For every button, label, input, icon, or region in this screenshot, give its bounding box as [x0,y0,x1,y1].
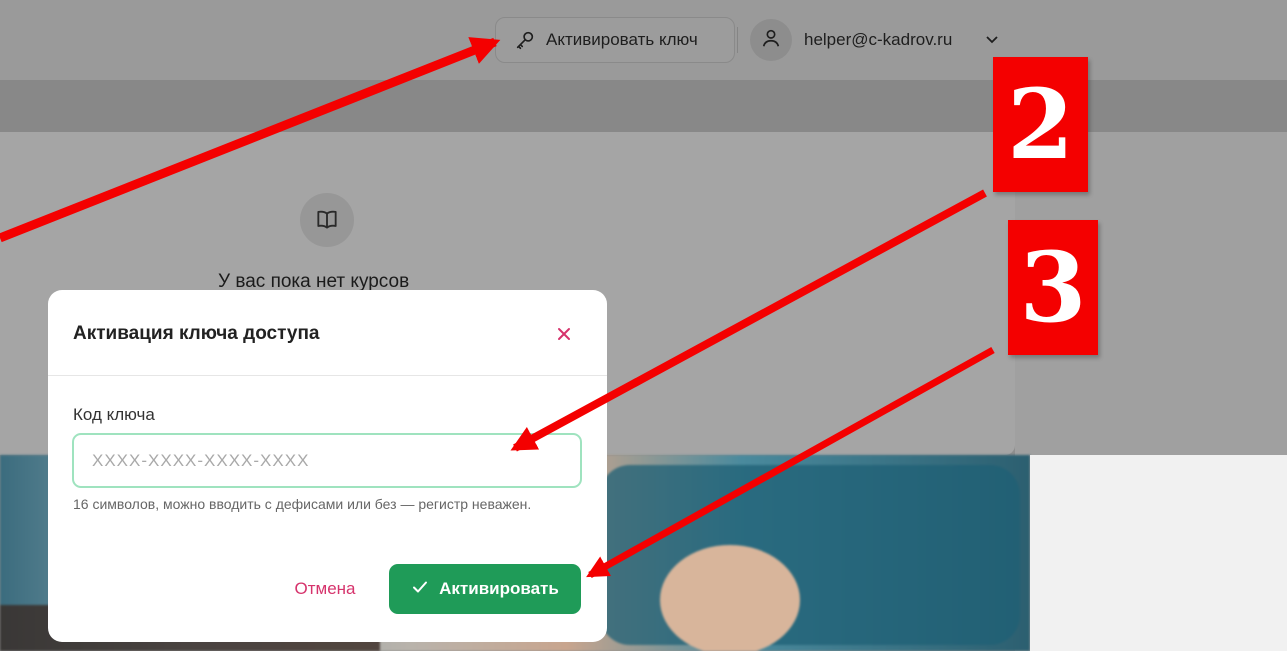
user-email[interactable]: helper@c-kadrov.ru [804,30,952,50]
key-icon [514,29,536,51]
user-icon [760,27,782,54]
activation-modal: Активация ключа доступа Код ключа 16 сим… [48,290,607,642]
sub-navigation-bar [0,80,1287,132]
modal-title: Активация ключа доступа [73,323,320,344]
activate-button[interactable]: Активировать [389,564,581,614]
activate-key-button[interactable]: Активировать ключ [495,17,735,63]
step-badge-3: 3 [1008,220,1098,355]
header-divider [737,27,738,53]
check-icon [411,578,429,601]
cancel-button[interactable]: Отмена [280,565,370,613]
key-code-input[interactable] [72,433,582,488]
close-icon[interactable] [553,323,575,345]
key-code-label: Код ключа [73,405,155,424]
book-icon [300,193,354,247]
step-badge-2: 2 [993,57,1088,192]
background-blank-area [1030,455,1287,651]
activate-button-label: Активировать [439,579,559,598]
key-code-hint: 16 символов, можно вводить с дефисами ил… [73,496,532,512]
avatar[interactable] [750,19,792,61]
chevron-down-icon[interactable] [984,31,1000,52]
modal-divider [48,375,607,376]
activate-key-label: Активировать ключ [546,30,698,49]
